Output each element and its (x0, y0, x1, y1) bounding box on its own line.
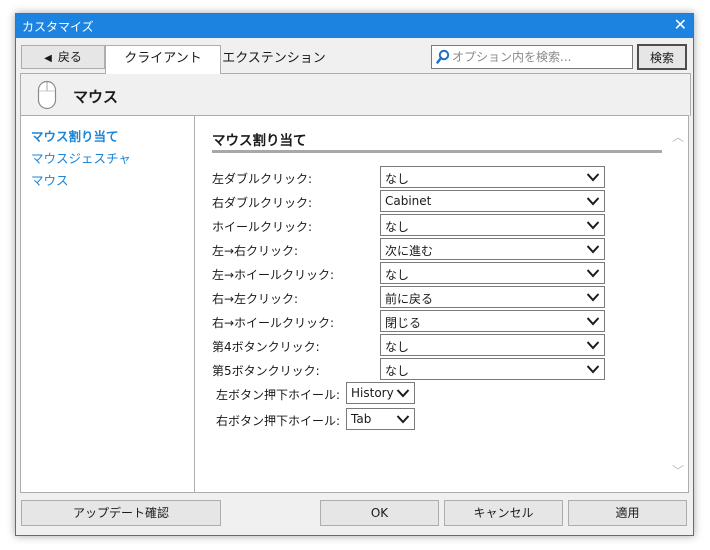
chevron-down-icon (586, 293, 600, 302)
scroll-down-icon[interactable]: ﹀ (672, 462, 684, 479)
row-label-right-button-wheel: 右ボタン押下ホイール: (216, 414, 341, 428)
select-value: なし (385, 172, 410, 186)
select-value: History (351, 386, 394, 400)
chevron-down-icon (586, 173, 600, 182)
select-value: なし (385, 340, 410, 354)
back-button-label: 戻る (57, 50, 82, 64)
page-title: マウス (73, 88, 119, 106)
select-value: なし (385, 268, 410, 282)
select-right-button-wheel[interactable]: Tab (346, 408, 415, 430)
apply-button[interactable]: 適用 (568, 500, 687, 526)
scroll-up-icon[interactable]: ︿ (672, 128, 684, 145)
customize-window: カスタマイズ ✕ ◀ 戻る クライアント エクステンション 検索 マウス マウス割… (15, 13, 694, 536)
sidebar-item-mouse[interactable]: マウス (31, 170, 69, 189)
chevron-down-icon (586, 221, 600, 230)
row-label-button4-click: 第4ボタンクリック: (212, 340, 320, 354)
row-label-wheel-click: ホイールクリック: (212, 220, 313, 234)
select-value: Tab (351, 412, 372, 426)
select-value: なし (385, 364, 410, 378)
section-header: マウス (20, 73, 691, 116)
select-right-double-click[interactable]: Cabinet (380, 190, 605, 212)
ok-button[interactable]: OK (320, 500, 439, 526)
select-wheel-click[interactable]: なし (380, 214, 605, 236)
title-bar: カスタマイズ ✕ (16, 14, 693, 38)
back-button[interactable]: ◀ 戻る (21, 45, 105, 69)
row-label-left-button-wheel: 左ボタン押下ホイール: (216, 388, 341, 402)
select-value: 閉じる (385, 316, 422, 330)
select-value: Cabinet (385, 194, 432, 208)
row-label-button5-click: 第5ボタンクリック: (212, 364, 320, 378)
chevron-down-icon (586, 245, 600, 254)
chevron-down-icon (586, 269, 600, 278)
check-update-button[interactable]: アップデート確認 (21, 500, 221, 526)
search-icon (436, 49, 450, 64)
row-label-right-wheel-click: 右→ホイールクリック: (212, 316, 335, 330)
section-divider (212, 150, 662, 153)
mouse-icon (37, 80, 57, 110)
close-icon[interactable]: ✕ (674, 15, 687, 34)
back-arrow-icon: ◀ (44, 53, 52, 64)
search-button[interactable]: 検索 (637, 44, 687, 70)
chevron-down-icon (586, 365, 600, 374)
chevron-down-icon (396, 415, 410, 424)
select-left-button-wheel[interactable]: History (346, 382, 415, 404)
sidebar-item-mouse-gesture[interactable]: マウスジェスチャ (31, 148, 131, 167)
select-left-right-click[interactable]: 次に進む (380, 238, 605, 260)
select-left-wheel-click[interactable]: なし (380, 262, 605, 284)
tab-client[interactable]: クライアント (105, 45, 221, 74)
select-value: 次に進む (385, 244, 434, 258)
settings-panel: マウス割り当て ︿ ﹀ 左ダブルクリック: なし 右ダブルクリック: Cabin… (195, 116, 688, 492)
content-area: マウス割り当て マウスジェスチャ マウス マウス割り当て ︿ ﹀ 左ダブルクリッ… (20, 115, 689, 493)
cancel-button[interactable]: キャンセル (444, 500, 563, 526)
toolbar: ◀ 戻る クライアント エクステンション 検索 (16, 38, 693, 74)
search-input[interactable] (452, 48, 628, 66)
sidebar-item-mouse-assign[interactable]: マウス割り当て (31, 126, 119, 145)
sidebar: マウス割り当て マウスジェスチャ マウス (21, 116, 195, 492)
section-title: マウス割り当て (212, 133, 307, 149)
tab-extension[interactable]: エクステンション (219, 46, 329, 72)
row-label-left-double-click: 左ダブルクリック: (212, 172, 313, 186)
row-label-left-wheel-click: 左→ホイールクリック: (212, 268, 335, 282)
chevron-down-icon (396, 389, 410, 398)
select-right-left-click[interactable]: 前に戻る (380, 286, 605, 308)
select-right-wheel-click[interactable]: 閉じる (380, 310, 605, 332)
row-label-right-left-click: 右→左クリック: (212, 292, 299, 306)
row-label-right-double-click: 右ダブルクリック: (212, 196, 313, 210)
select-value: なし (385, 220, 410, 234)
select-button4-click[interactable]: なし (380, 334, 605, 356)
select-value: 前に戻る (385, 292, 434, 306)
search-box (431, 45, 633, 69)
row-label-left-right-click: 左→右クリック: (212, 244, 299, 258)
window-title: カスタマイズ (22, 20, 94, 34)
chevron-down-icon (586, 341, 600, 350)
chevron-down-icon (586, 197, 600, 206)
select-left-double-click[interactable]: なし (380, 166, 605, 188)
chevron-down-icon (586, 317, 600, 326)
select-button5-click[interactable]: なし (380, 358, 605, 380)
